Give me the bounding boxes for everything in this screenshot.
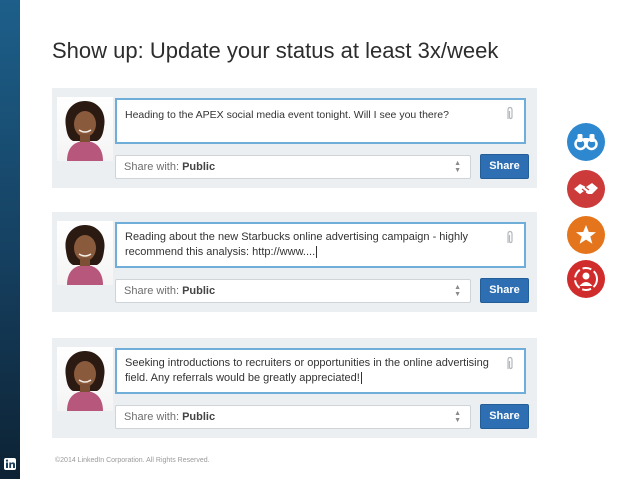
paperclip-icon[interactable]: [505, 230, 515, 246]
paperclip-icon[interactable]: [505, 106, 515, 122]
status-text: Seeking introductions to recruiters or o…: [125, 357, 489, 384]
status-update-card: Seeking introductions to recruiters or o…: [52, 338, 537, 438]
share-prefix-label: Share with:: [124, 285, 180, 297]
avatar: [57, 97, 113, 161]
share-button[interactable]: Share: [480, 404, 529, 429]
text-cursor: [360, 372, 362, 385]
status-update-card: Heading to the APEX social media event t…: [52, 88, 537, 188]
share-value: Public: [182, 411, 216, 423]
share-button[interactable]: Share: [480, 278, 529, 303]
share-visibility-select[interactable]: Share with: Public ▲ ▼: [115, 279, 471, 303]
share-prefix-label: Share with:: [124, 411, 180, 423]
paperclip-icon[interactable]: [505, 356, 515, 372]
slide-title: Show up: Update your status at least 3x/…: [52, 38, 499, 63]
binoculars-icon: [567, 123, 605, 161]
share-value: Public: [182, 161, 216, 173]
copyright-text: ©2014 LinkedIn Corporation. All Rights R…: [55, 457, 210, 464]
status-input[interactable]: Heading to the APEX social media event t…: [115, 98, 526, 144]
share-button[interactable]: Share: [480, 154, 529, 179]
avatar: [57, 347, 113, 411]
select-arrows-icon: ▲ ▼: [454, 410, 461, 424]
status-input[interactable]: Seeking introductions to recruiters or o…: [115, 348, 526, 394]
status-update-card: Reading about the new Starbucks online a…: [52, 212, 537, 312]
share-visibility-select[interactable]: Share with: Public ▲ ▼: [115, 155, 471, 179]
star-icon: [567, 216, 605, 254]
network-person-icon: [567, 260, 605, 298]
status-input[interactable]: Reading about the new Starbucks online a…: [115, 222, 526, 268]
left-accent-bar: [0, 0, 20, 479]
select-arrows-icon: ▲ ▼: [454, 284, 461, 298]
text-cursor: [316, 246, 318, 259]
status-text: Reading about the new Starbucks online a…: [125, 231, 469, 258]
select-arrows-icon: ▲ ▼: [454, 160, 461, 174]
share-prefix-label: Share with:: [124, 161, 180, 173]
share-value: Public: [182, 285, 216, 297]
avatar: [57, 221, 113, 285]
share-visibility-select[interactable]: Share with: Public ▲ ▼: [115, 405, 471, 429]
status-text: Heading to the APEX social media event t…: [125, 109, 449, 121]
handshake-icon: [567, 170, 605, 208]
linkedin-logo-icon: [4, 458, 16, 470]
